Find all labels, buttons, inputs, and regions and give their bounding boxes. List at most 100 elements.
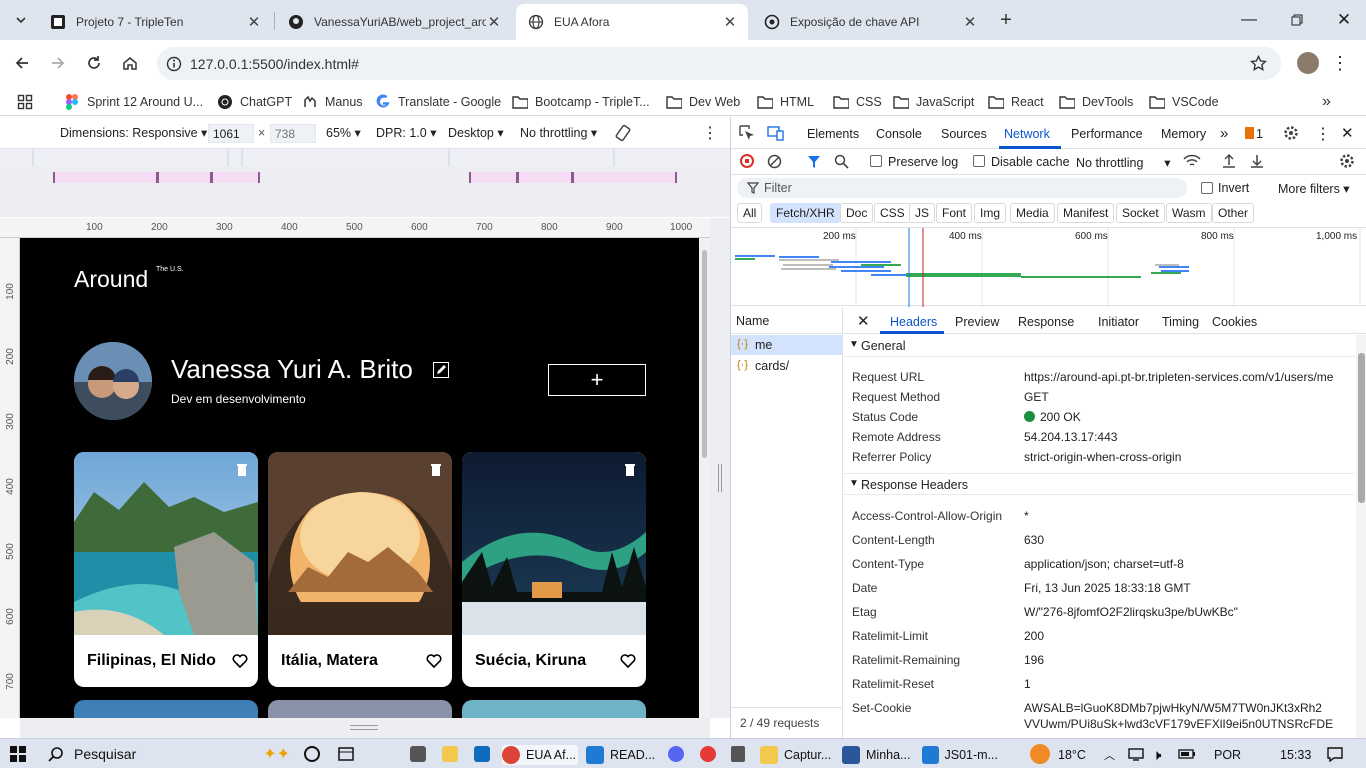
close-devtools-icon[interactable]: ✕ (1341, 124, 1354, 142)
tab-projeto-7[interactable]: Projeto 7 - TripleTen ✕ (38, 4, 272, 40)
filter-chip-fetch-xhr[interactable]: Fetch/XHR (770, 203, 841, 223)
media-player-icon[interactable] (700, 746, 716, 762)
network-conditions-wifi-icon[interactable] (1183, 154, 1201, 168)
app-pinned-icon[interactable] (410, 746, 426, 762)
taskbar-app-vscode-2[interactable]: JS01-m... (922, 745, 998, 765)
filter-chip-all[interactable]: All (737, 203, 763, 223)
name-column-header[interactable]: Name (736, 314, 769, 328)
filter-chip-other[interactable]: Other (1212, 203, 1255, 223)
device-toggle-icon[interactable] (767, 125, 785, 141)
filter-chip-js[interactable]: JS (909, 203, 936, 223)
bookmark-folder[interactable]: JavaScript (893, 91, 974, 113)
card-image-el-nido[interactable] (74, 452, 258, 635)
bookmark-folder[interactable]: DevTools (1059, 91, 1133, 113)
network-icon[interactable] (1128, 747, 1144, 761)
filter-chip-socket[interactable]: Socket (1116, 203, 1165, 223)
dpr-select[interactable]: DPR: 1.0 ▾ (376, 125, 436, 140)
widgets-icon[interactable] (338, 746, 354, 762)
bookmark-folder[interactable]: VSCode (1149, 91, 1219, 113)
like-heart-icon[interactable] (426, 653, 442, 668)
settings-gear-icon[interactable] (1283, 125, 1299, 141)
dimensions-select[interactable]: Dimensions: Responsive ▾ (60, 125, 207, 140)
viewport-scrollbar[interactable] (699, 238, 710, 718)
more-filters-select[interactable]: More filters ▾ (1278, 181, 1350, 196)
tab-response[interactable]: Response (1018, 315, 1074, 329)
network-overview-timeline[interactable]: 200 ms 400 ms 600 ms 800 ms 1,000 ms (731, 227, 1366, 307)
profile-avatar-image[interactable] (74, 342, 152, 420)
tab-exposicao-chave-api[interactable]: Exposição de chave API ✕ (752, 4, 988, 40)
tab-github-repo[interactable]: VanessaYuriAB/web_project_aro ✕ (276, 4, 512, 40)
address-bar[interactable]: 127.0.0.1:5500/index.html# (157, 47, 1281, 80)
close-details-icon[interactable]: ✕ (857, 312, 870, 330)
bookmark-item[interactable]: ChatGPT (217, 91, 292, 113)
taskbar-app-vscode[interactable]: READ... (586, 745, 662, 765)
reload-icon[interactable] (81, 50, 107, 76)
filter-chip-manifest[interactable]: Manifest (1057, 203, 1115, 223)
weather-temperature[interactable]: 18°C (1058, 745, 1086, 765)
tab-console[interactable]: Console (876, 127, 922, 141)
taskbar-app-word[interactable]: Minha... (842, 745, 918, 765)
taskbar-app-explorer[interactable]: Captur... (760, 745, 836, 765)
outlook-icon[interactable] (474, 746, 490, 762)
device-width-input[interactable]: 1061 (208, 124, 254, 143)
tab-elements[interactable]: Elements (807, 127, 859, 141)
card-image-matera[interactable] (268, 452, 452, 635)
preserve-log-checkbox[interactable] (870, 155, 882, 167)
filter-chip-doc[interactable]: Doc (840, 203, 874, 223)
close-window-icon[interactable]: ✕ (1331, 7, 1357, 33)
apps-grid-icon[interactable] (17, 91, 33, 113)
profile-avatar[interactable] (1297, 52, 1319, 74)
back-arrow-icon[interactable] (9, 50, 35, 76)
restore-window-icon[interactable] (1284, 7, 1310, 33)
weather-sun-icon[interactable] (1030, 744, 1050, 764)
filter-chip-img[interactable]: Img (974, 203, 1007, 223)
minimize-window-icon[interactable]: — (1236, 7, 1262, 33)
inspect-element-icon[interactable] (739, 125, 755, 141)
export-download-icon[interactable] (1250, 153, 1264, 169)
bookmark-item[interactable]: Manus (302, 91, 363, 113)
scrollbar-thumb[interactable] (1358, 353, 1365, 503)
tab-preview[interactable]: Preview (955, 315, 999, 329)
input-language[interactable]: POR (1214, 745, 1241, 765)
home-icon[interactable] (117, 50, 143, 76)
bookmark-folder[interactable]: Bootcamp - TripleT... (512, 91, 650, 113)
bookmark-star-icon[interactable] (1250, 55, 1267, 72)
scrollbar-thumb[interactable] (702, 250, 707, 458)
add-card-button[interactable]: + (548, 364, 646, 396)
device-height-input[interactable]: 738 (270, 124, 316, 143)
throttling-select[interactable]: No throttling ▾ (520, 125, 597, 140)
network-throttling-select[interactable]: No throttling ▾ (1076, 155, 1171, 170)
tab-performance[interactable]: Performance (1071, 127, 1143, 141)
like-heart-icon[interactable] (232, 653, 248, 668)
resize-handle[interactable] (350, 725, 378, 730)
tab-memory[interactable]: Memory (1161, 127, 1206, 141)
sticky-notes-icon[interactable] (442, 746, 458, 762)
volume-icon[interactable]: 🕨 (1152, 745, 1161, 765)
discord-icon[interactable] (668, 746, 684, 762)
search-icon[interactable] (834, 154, 849, 169)
filter-chip-css[interactable]: CSS (874, 203, 911, 223)
tab-sources[interactable]: Sources (941, 127, 987, 141)
like-heart-icon[interactable] (620, 653, 636, 668)
tab-initiator[interactable]: Initiator (1098, 315, 1139, 329)
tab-timing[interactable]: Timing (1162, 315, 1199, 329)
calculator-icon[interactable] (731, 746, 745, 762)
new-tab-plus-icon[interactable]: + (993, 7, 1019, 33)
close-tab-icon[interactable]: ✕ (246, 13, 262, 31)
windows-start-icon[interactable] (10, 746, 26, 762)
close-tab-icon[interactable]: ✕ (486, 13, 502, 31)
delete-trash-icon[interactable] (624, 462, 636, 476)
filter-chip-wasm[interactable]: Wasm (1166, 203, 1212, 223)
battery-icon[interactable] (1178, 747, 1196, 761)
bookmark-folder[interactable]: Dev Web (666, 91, 740, 113)
filter-funnel-icon[interactable] (807, 155, 821, 169)
bottom-resize-bar[interactable] (20, 718, 710, 738)
edit-profile-icon[interactable] (433, 362, 449, 378)
task-view-icon[interactable] (304, 746, 320, 762)
clear-icon[interactable] (767, 154, 782, 169)
zoom-select[interactable]: 65% ▾ (326, 125, 361, 140)
devtools-menu-icon[interactable]: ⋮ (1315, 124, 1331, 144)
import-upload-icon[interactable] (1222, 153, 1236, 169)
tab-network[interactable]: Network (1004, 127, 1050, 141)
chrome-menu-icon[interactable]: ⋮ (1327, 50, 1353, 76)
